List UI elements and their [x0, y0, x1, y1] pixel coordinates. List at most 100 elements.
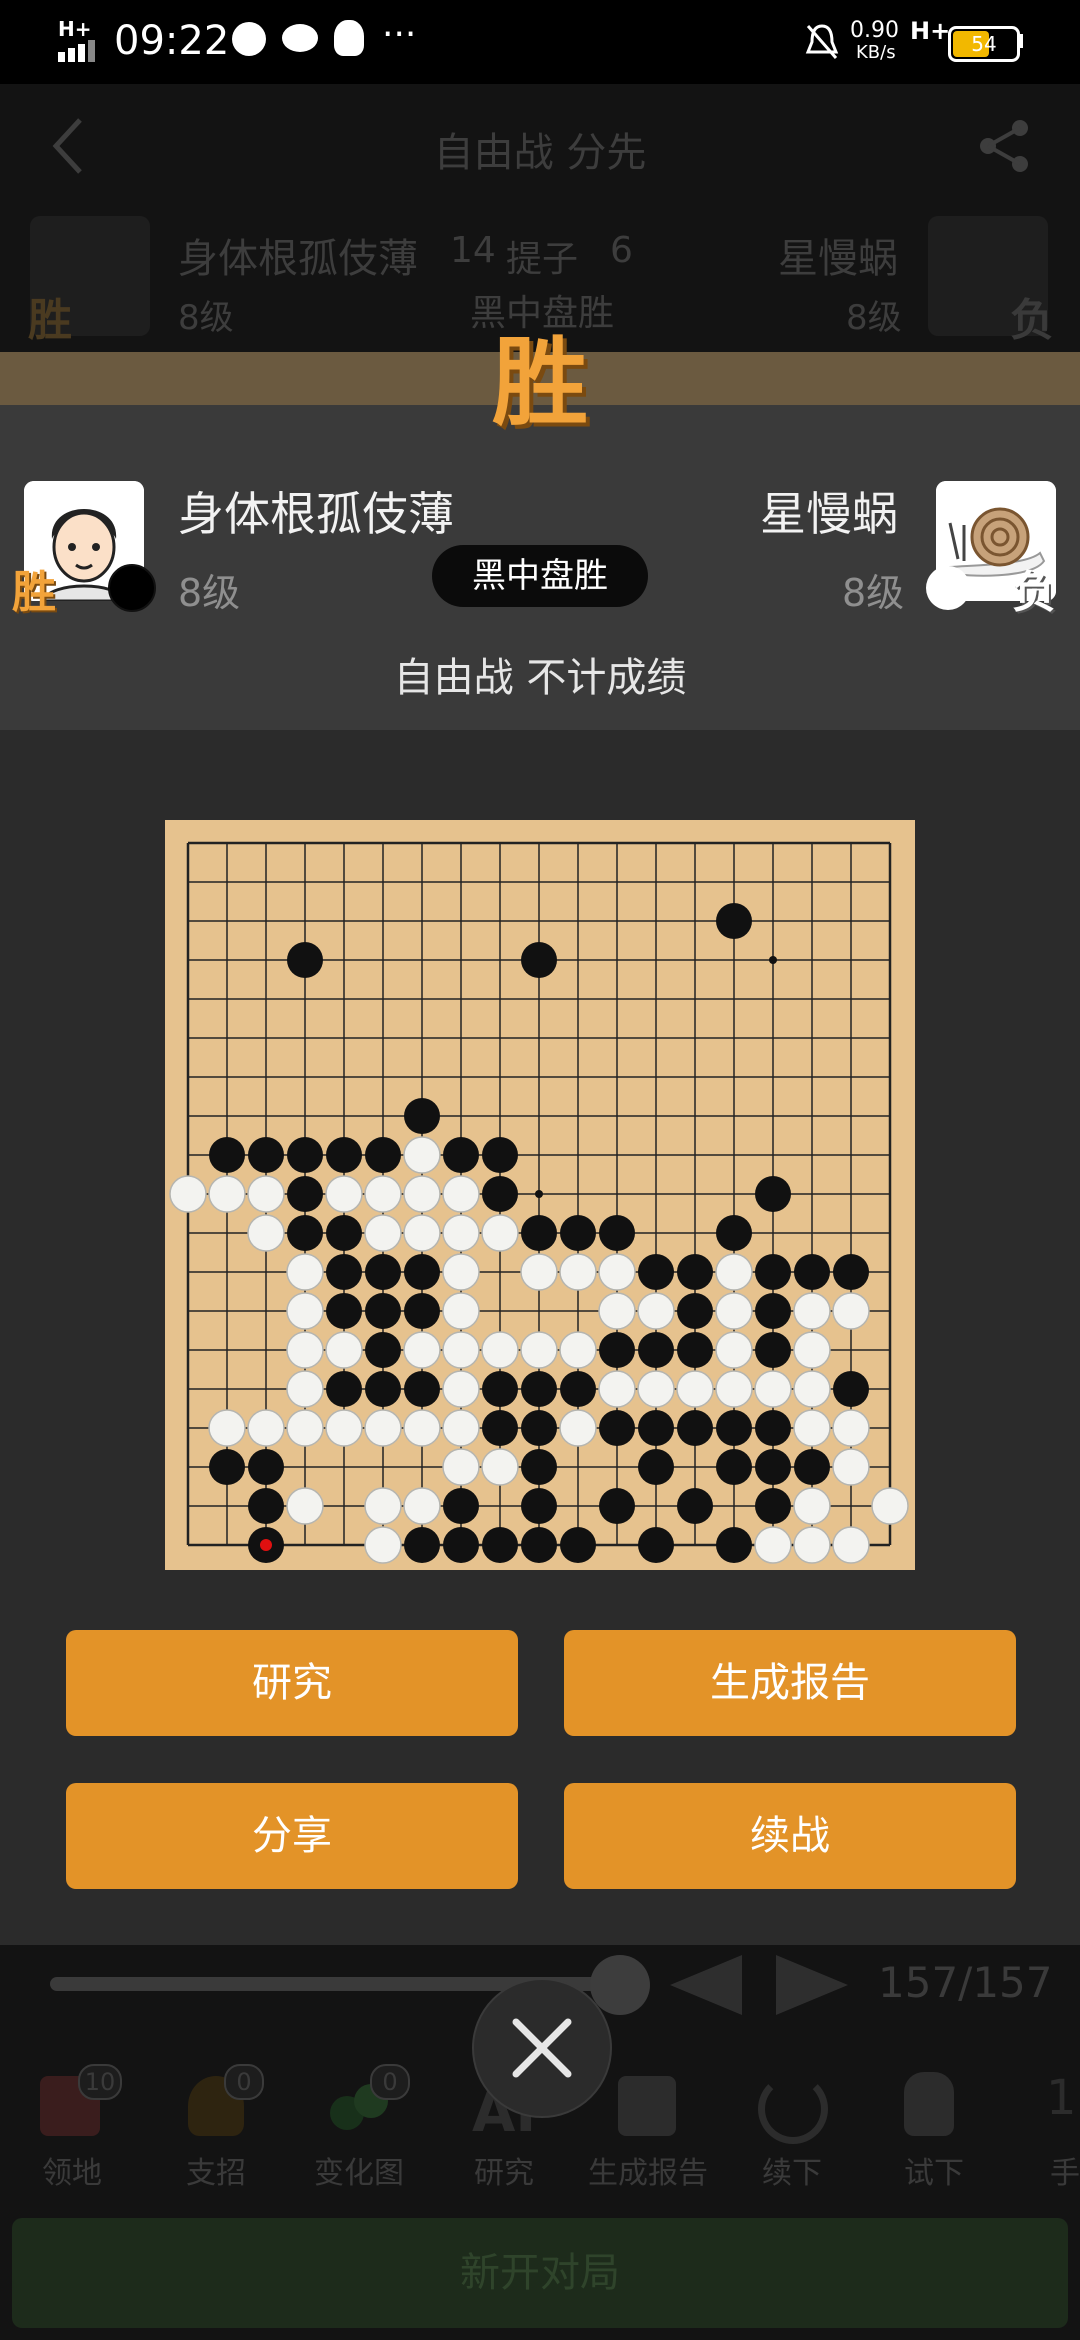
moves-count-icon: 12	[1046, 2070, 1080, 2126]
black-stone	[521, 1527, 557, 1563]
black-stone	[404, 1098, 440, 1134]
white-stone	[832, 1409, 870, 1447]
white-stone	[442, 1409, 480, 1447]
black-stone	[482, 1410, 518, 1446]
white-player-name: 星慢蜗	[760, 487, 898, 541]
black-player-name: 身体根孤伎薄	[178, 487, 454, 541]
continue-battle-button[interactable]: 续战	[564, 1783, 1016, 1889]
black-stone	[326, 1371, 362, 1407]
white-stone	[676, 1370, 714, 1408]
black-stone	[287, 942, 323, 978]
white-stone	[286, 1292, 324, 1330]
black-stone	[716, 1215, 752, 1251]
white-stone	[793, 1526, 831, 1564]
bg-win-tag: 胜	[28, 295, 72, 346]
share-button[interactable]: 分享	[66, 1783, 518, 1889]
continue-play-icon[interactable]	[758, 2074, 828, 2144]
black-stone	[638, 1410, 674, 1446]
black-stone	[638, 1527, 674, 1563]
black-stone	[326, 1215, 362, 1251]
black-stone	[482, 1371, 518, 1407]
black-stone	[404, 1527, 440, 1563]
white-stone	[286, 1331, 324, 1369]
result-badge: 黑中盘胜	[432, 545, 648, 607]
next-move-icon[interactable]	[776, 1955, 852, 2015]
white-stone	[832, 1448, 870, 1486]
page-title: 自由战 分先	[433, 130, 647, 176]
black-stone	[755, 1332, 791, 1368]
close-dialog-button[interactable]	[472, 1978, 612, 2118]
white-stone	[559, 1253, 597, 1291]
bg-lose-tag: 负	[1010, 295, 1054, 346]
black-stone	[521, 1449, 557, 1485]
white-stone	[403, 1214, 441, 1252]
black-stone	[677, 1488, 713, 1524]
white-stone	[832, 1292, 870, 1330]
win-badge: 胜	[492, 327, 588, 439]
black-stone	[794, 1254, 830, 1290]
message-icon	[282, 24, 318, 52]
clock: 09:22	[114, 18, 230, 64]
black-stone	[404, 1371, 440, 1407]
black-stone	[482, 1527, 518, 1563]
bg-white-rank: 8级	[846, 298, 902, 338]
black-stone	[755, 1410, 791, 1446]
white-stone	[637, 1292, 675, 1330]
white-stone	[169, 1175, 207, 1213]
speedometer-icon	[232, 22, 266, 56]
black-stone	[404, 1293, 440, 1329]
black-stone	[716, 1449, 752, 1485]
white-stone	[442, 1370, 480, 1408]
territory-label: 领地	[42, 2156, 102, 2191]
status-bar: H+ 09:22 ··· 0.90 KB/s H+ 54	[0, 0, 1080, 84]
white-stone	[793, 1370, 831, 1408]
white-stone	[286, 1487, 324, 1525]
black-stone	[755, 1293, 791, 1329]
black-stone	[365, 1332, 401, 1368]
try-move-icon[interactable]	[904, 2072, 954, 2136]
white-stone	[793, 1487, 831, 1525]
black-stone	[677, 1254, 713, 1290]
white-stone	[793, 1331, 831, 1369]
last-move-marker	[260, 1539, 272, 1551]
white-stone	[325, 1175, 363, 1213]
speed-unit: KB/s	[856, 42, 896, 63]
white-stone	[247, 1409, 285, 1447]
white-stone	[208, 1409, 246, 1447]
white-stone	[559, 1409, 597, 1447]
black-stone	[755, 1488, 791, 1524]
white-stone	[715, 1331, 753, 1369]
white-stone	[442, 1175, 480, 1213]
share-icon[interactable]	[976, 118, 1032, 174]
new-game-button[interactable]: 新开对局	[12, 2218, 1068, 2328]
white-stone	[364, 1487, 402, 1525]
black-stone	[326, 1254, 362, 1290]
black-stone	[443, 1488, 479, 1524]
black-stone	[638, 1254, 674, 1290]
black-player-rank: 8级	[178, 571, 241, 615]
black-stone	[560, 1371, 596, 1407]
report-icon[interactable]	[618, 2076, 676, 2136]
black-stone	[482, 1176, 518, 1212]
white-stone	[325, 1331, 363, 1369]
go-board-canvas	[169, 841, 909, 1564]
black-stone	[677, 1410, 713, 1446]
white-stone	[598, 1253, 636, 1291]
black-stone	[248, 1449, 284, 1485]
research-button[interactable]: 研究	[66, 1630, 518, 1736]
white-stone	[481, 1214, 519, 1252]
white-stone	[754, 1370, 792, 1408]
white-stone	[403, 1175, 441, 1213]
black-stone	[326, 1137, 362, 1173]
go-board	[165, 820, 915, 1570]
black-stone	[521, 1488, 557, 1524]
white-stone	[754, 1526, 792, 1564]
close-icon	[512, 2018, 572, 2078]
white-stone	[403, 1331, 441, 1369]
previous-move-icon[interactable]	[666, 1955, 742, 2015]
continue-play-label: 续下	[762, 2156, 822, 2191]
white-stone	[247, 1175, 285, 1213]
black-stone	[287, 1215, 323, 1251]
generate-report-button[interactable]: 生成报告	[564, 1630, 1016, 1736]
white-stone	[559, 1331, 597, 1369]
